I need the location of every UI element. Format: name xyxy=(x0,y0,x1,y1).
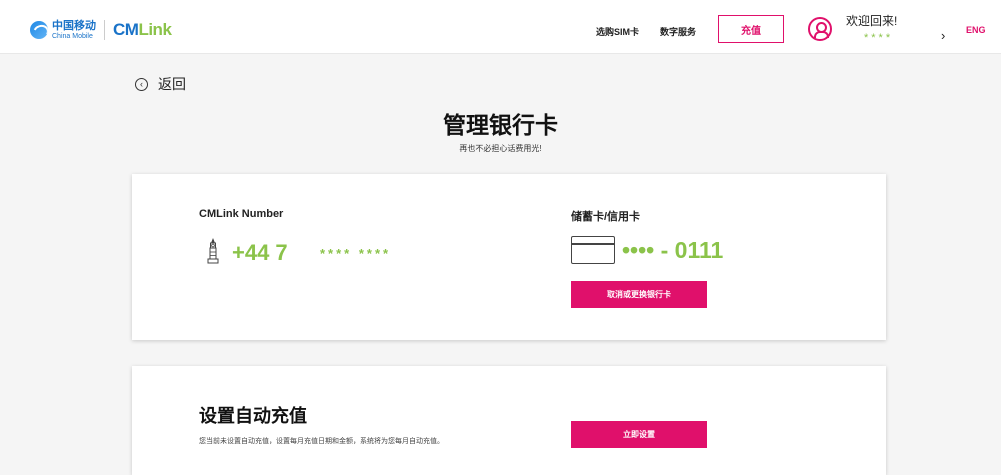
logo-cn-text: 中国移动 xyxy=(52,19,96,32)
back-circle-icon: ‹ xyxy=(135,77,148,91)
auto-topup-description: 您当前未设置自动充值，设置每月充值日期和金额，系统将为您每月自动充值。 xyxy=(199,438,444,445)
masked-username: **** xyxy=(864,32,894,44)
bank-card-panel: CMLink Number +44 7 **** **** 储蓄卡/信用卡 ••… xyxy=(132,174,886,340)
cmlink-logo: CMLink xyxy=(113,20,172,39)
nav-digital-services[interactable]: 数字服务 xyxy=(660,25,696,38)
page-title: 管理银行卡 xyxy=(443,112,558,138)
credit-card-icon xyxy=(571,236,615,264)
back-label: 返回 xyxy=(158,76,186,92)
china-mobile-logo[interactable]: 中国移动 China Mobile CMLink xyxy=(30,19,172,40)
phone-number-masked: **** **** xyxy=(320,246,392,261)
welcome-text: 欢迎回来! xyxy=(846,14,898,28)
china-mobile-logo-icon xyxy=(30,21,48,39)
page-subtitle: 再也不必担心话费用光! xyxy=(459,144,542,153)
language-switch[interactable]: ENG xyxy=(966,25,986,35)
nav-buy-sim[interactable]: 选购SIM卡 xyxy=(596,25,639,38)
chevron-right-icon[interactable]: › xyxy=(941,28,945,43)
auto-topup-title: 设置自动充值 xyxy=(199,406,307,426)
big-ben-icon xyxy=(207,238,219,264)
bank-card-label: 储蓄卡/信用卡 xyxy=(571,211,641,223)
user-avatar-icon[interactable] xyxy=(808,17,832,41)
cmlink-number-label: CMLink Number xyxy=(199,208,284,220)
logo-en-text: China Mobile xyxy=(52,32,93,40)
phone-number-prefix: +44 7 xyxy=(232,240,288,265)
top-header: 中国移动 China Mobile CMLink 选购SIM卡 数字服务 充值 … xyxy=(0,0,1001,54)
change-card-button[interactable]: 取消或更换银行卡 xyxy=(571,281,707,308)
bank-card-number: •••• - 0111 xyxy=(622,237,724,263)
back-link[interactable]: ‹ 返回 xyxy=(135,74,186,94)
setup-now-button[interactable]: 立即设置 xyxy=(571,421,707,448)
auto-topup-panel: 设置自动充值 您当前未设置自动充值，设置每月充值日期和金额，系统将为您每月自动充… xyxy=(132,366,886,475)
logo-divider xyxy=(104,20,105,40)
recharge-button[interactable]: 充值 xyxy=(718,15,784,43)
